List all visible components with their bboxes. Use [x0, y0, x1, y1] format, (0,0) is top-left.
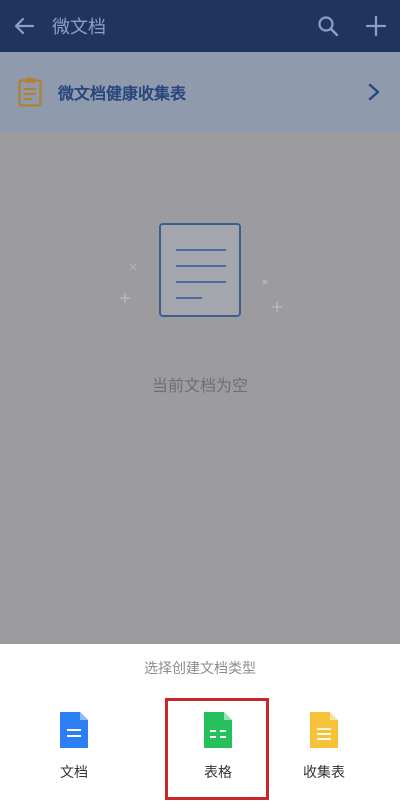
- option-doc-label: 文档: [60, 765, 88, 781]
- add-button[interactable]: [352, 0, 400, 52]
- empty-state-text: 当前文档为空: [151, 376, 248, 395]
- option-sheet-label: 表格: [204, 765, 232, 781]
- app-bar: 微文档: [0, 0, 400, 52]
- banner-label: 微文档健康收集表: [58, 84, 187, 103]
- banner-chevron[interactable]: [354, 72, 394, 112]
- page-title: 微文档: [52, 17, 106, 38]
- chevron-right-icon: [368, 83, 380, 101]
- option-sheet[interactable]: 表格: [168, 710, 268, 800]
- plus-icon: [365, 15, 387, 37]
- empty-state-area: 当前文档为空: [0, 132, 400, 644]
- create-type-sheet: 选择创建文档类型 文档 表格 收集表: [0, 644, 400, 809]
- arrow-left-icon: [14, 17, 35, 35]
- option-doc[interactable]: 文档: [24, 710, 124, 800]
- doc-file-icon: [60, 712, 88, 748]
- search-button[interactable]: [304, 0, 352, 52]
- sheet-file-icon: [204, 712, 232, 748]
- form-file-icon: [310, 712, 338, 748]
- clipboard-icon: [18, 78, 42, 107]
- sheet-title: 选择创建文档类型: [144, 661, 256, 677]
- health-form-banner[interactable]: 微文档健康收集表: [0, 52, 400, 132]
- option-form-label: 收集表: [303, 765, 345, 781]
- back-button[interactable]: [2, 0, 46, 52]
- search-icon: [318, 16, 339, 37]
- option-form[interactable]: 收集表: [274, 710, 374, 800]
- document-icon: [120, 223, 282, 317]
